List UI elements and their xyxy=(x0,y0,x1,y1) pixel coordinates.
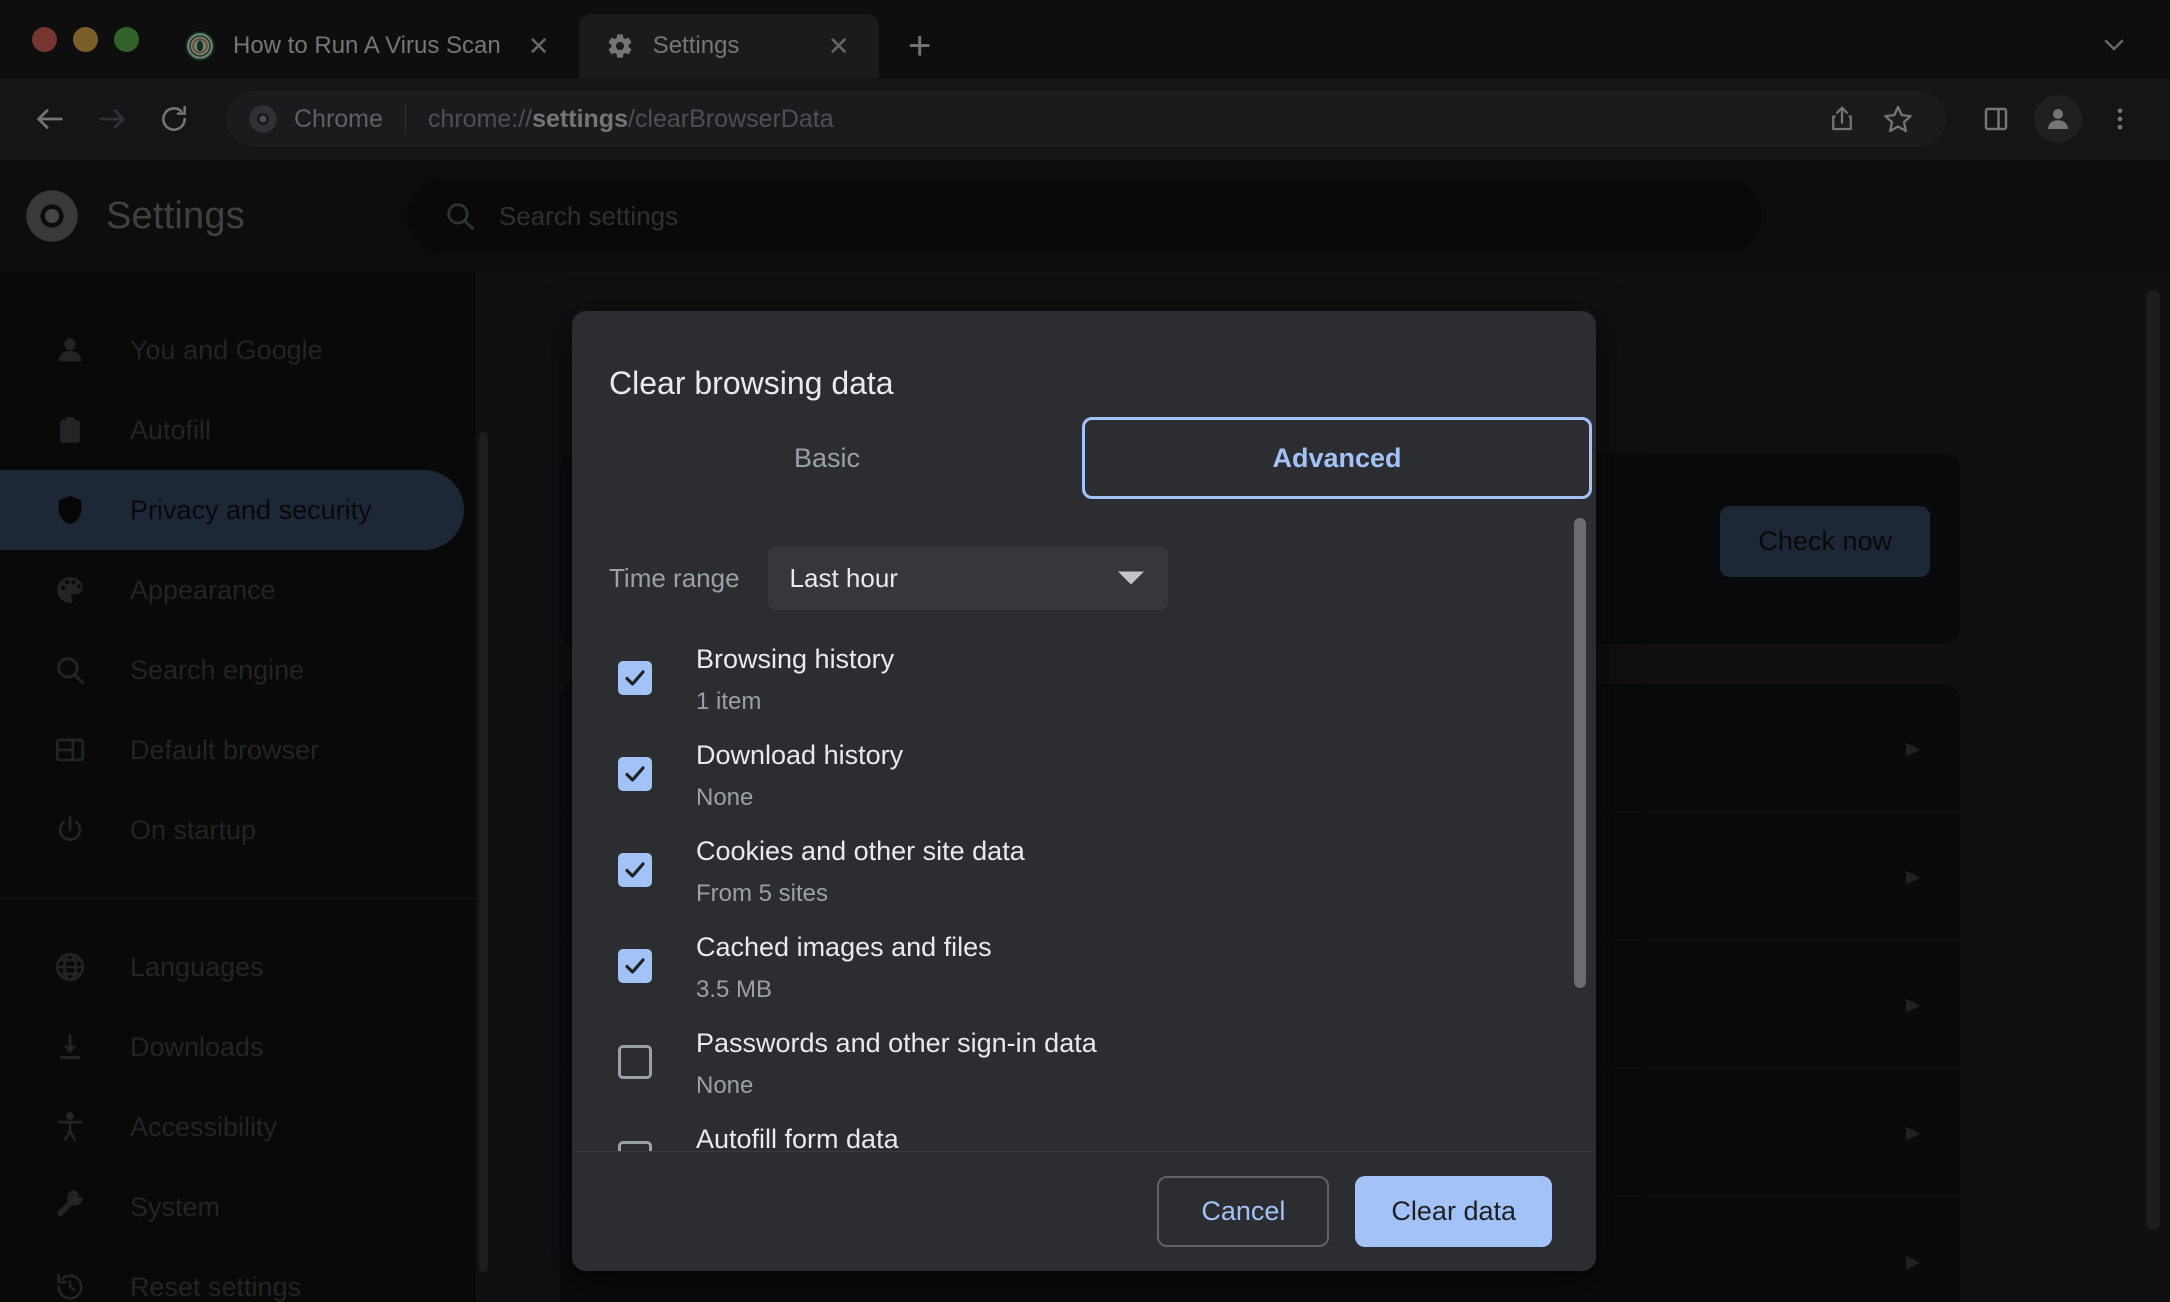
checkbox-text: Cached images and files 3.5 MB xyxy=(696,924,992,1007)
browser-window: How to Run A Virus Scan ✕ Settings ✕ + xyxy=(0,0,2170,1302)
clear-browsing-data-dialog: Clear browsing data Basic Advanced Time … xyxy=(572,311,1596,1271)
checkbox-unchecked-icon[interactable] xyxy=(618,1045,652,1080)
checkbox-label: Cookies and other site data xyxy=(696,836,1025,867)
dialog-title: Clear browsing data xyxy=(609,365,894,401)
checkbox-sublabel: 1 item xyxy=(696,687,762,715)
time-range-row: Time range Last hour xyxy=(572,506,1596,611)
checkbox-sublabel: From 5 sites xyxy=(696,879,829,907)
tab-label: Advanced xyxy=(1272,442,1402,473)
tab-label: Basic xyxy=(793,442,860,473)
checkbox-text: Autofill form data xyxy=(696,1116,899,1150)
checkbox-sublabel: None xyxy=(696,783,754,811)
checkbox-row-cached-images[interactable]: Cached images and files 3.5 MB xyxy=(572,924,1596,1020)
checkbox-checked-icon[interactable] xyxy=(618,853,652,888)
tab-basic[interactable]: Basic xyxy=(572,411,1082,506)
time-range-label: Time range xyxy=(609,562,740,593)
checkbox-sublabel: 3.5 MB xyxy=(696,975,773,1003)
checkbox-unchecked-icon[interactable] xyxy=(618,1141,652,1151)
checkbox-row-autofill-form-data[interactable]: Autofill form data xyxy=(572,1116,1596,1151)
dialog-tabs: Basic Advanced xyxy=(572,411,1596,506)
checkbox-label: Browsing history xyxy=(696,644,895,675)
checkbox-text: Passwords and other sign-in data None xyxy=(696,1020,1097,1103)
time-range-value: Last hour xyxy=(789,562,898,593)
chevron-down-icon xyxy=(1117,571,1144,585)
tab-advanced[interactable]: Advanced xyxy=(1081,416,1592,500)
data-type-checklist: Browsing history 1 item Download history… xyxy=(572,610,1596,1151)
checkbox-checked-icon[interactable] xyxy=(618,949,652,984)
checkbox-row-browsing-history[interactable]: Browsing history 1 item xyxy=(572,636,1596,732)
time-range-dropdown[interactable]: Last hour xyxy=(767,546,1168,611)
clear-data-button[interactable]: Clear data xyxy=(1355,1175,1552,1247)
checkbox-row-cookies[interactable]: Cookies and other site data From 5 sites xyxy=(572,828,1596,924)
dialog-footer: Cancel Clear data xyxy=(572,1150,1596,1271)
cancel-button[interactable]: Cancel xyxy=(1157,1175,1330,1247)
checkbox-row-passwords[interactable]: Passwords and other sign-in data None xyxy=(572,1020,1596,1116)
checkbox-label: Download history xyxy=(696,740,904,771)
dialog-scrollbar-thumb[interactable] xyxy=(1574,518,1586,989)
dialog-body: Time range Last hour Browsing history 1 … xyxy=(572,505,1596,1151)
checkbox-row-download-history[interactable]: Download history None xyxy=(572,732,1596,828)
checkbox-checked-icon[interactable] xyxy=(618,661,652,696)
checkbox-sublabel: None xyxy=(696,1071,754,1099)
checkbox-label: Passwords and other sign-in data xyxy=(696,1028,1097,1059)
checkbox-text: Download history None xyxy=(696,732,903,815)
checkbox-label: Autofill form data xyxy=(696,1124,899,1151)
checkbox-text: Browsing history 1 item xyxy=(696,636,894,719)
checkbox-text: Cookies and other site data From 5 sites xyxy=(696,828,1025,911)
checkbox-label: Cached images and files xyxy=(696,932,992,963)
checkbox-checked-icon[interactable] xyxy=(618,757,652,792)
